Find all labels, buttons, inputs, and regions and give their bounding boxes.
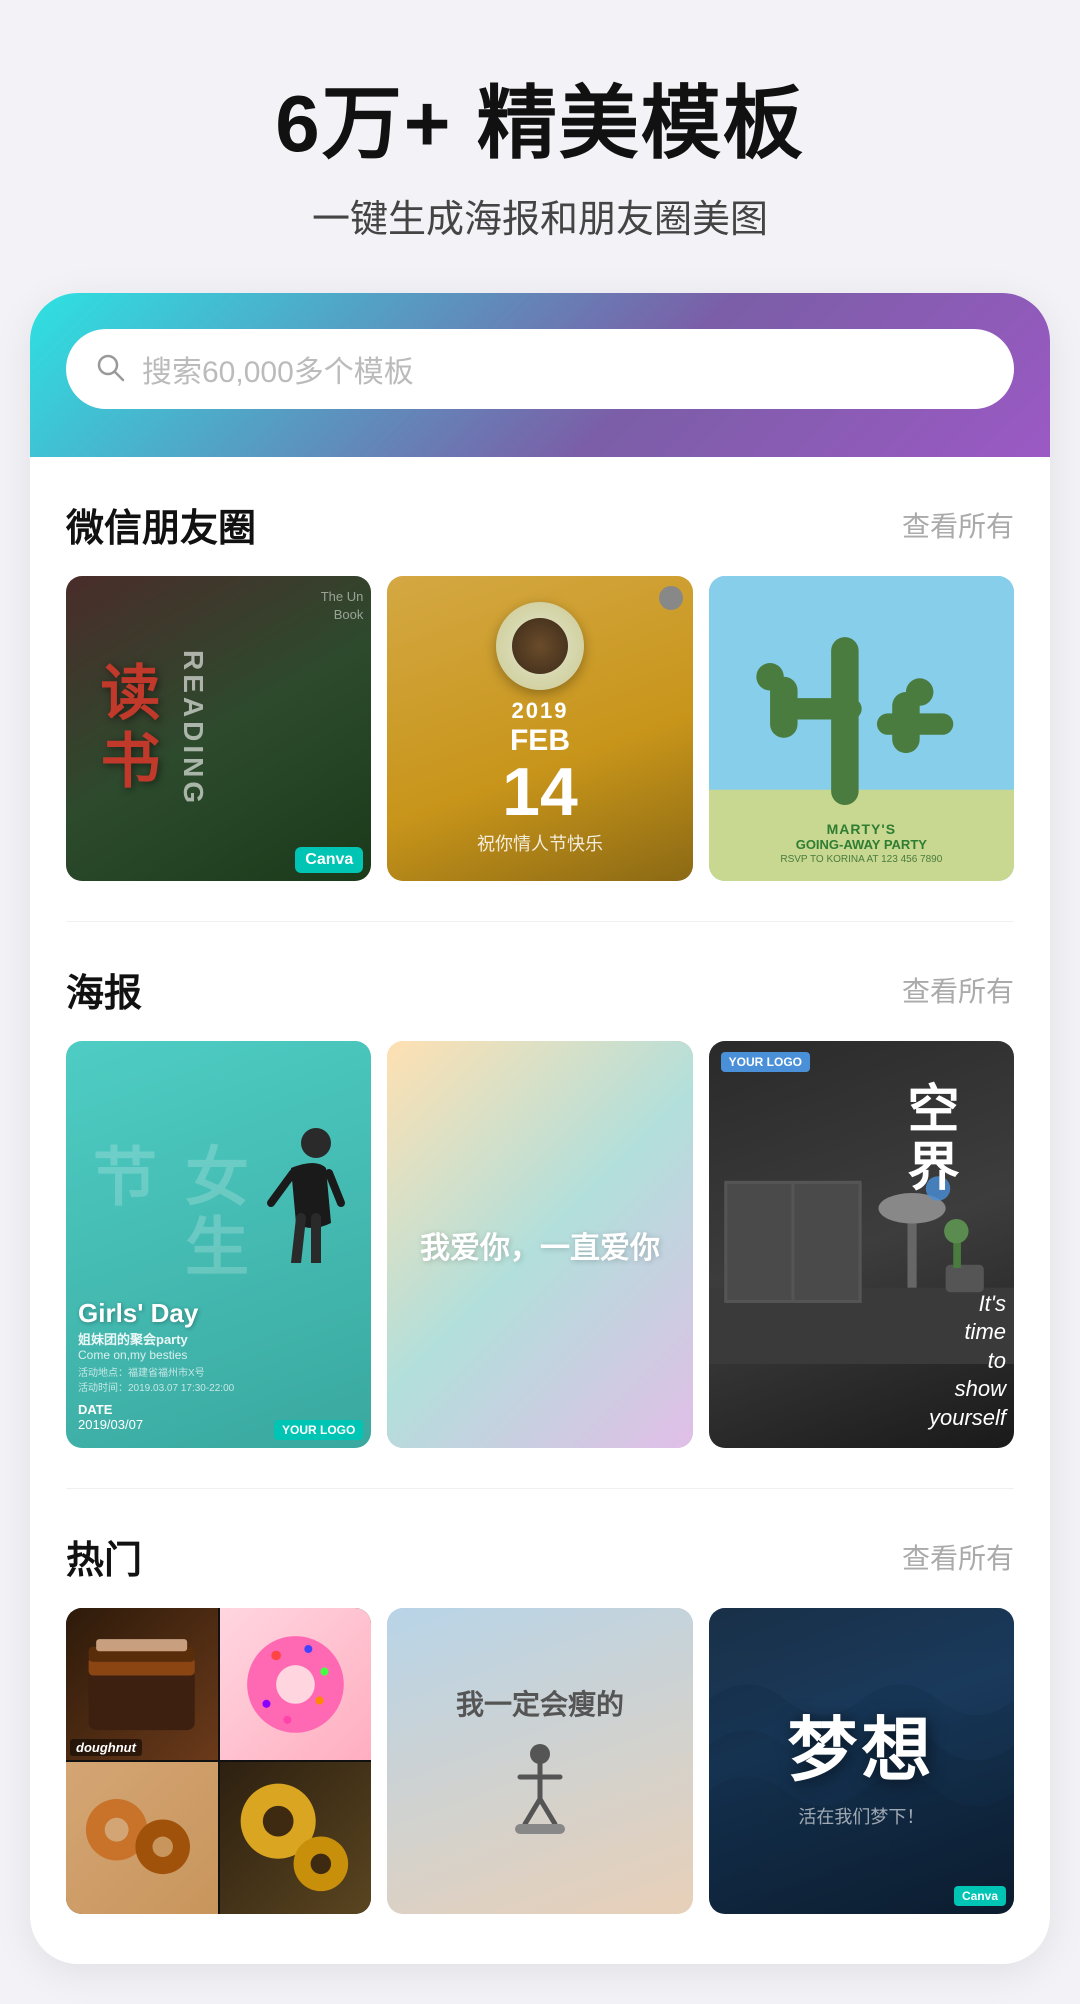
- doughnut-cell-2: [220, 1608, 372, 1760]
- love-text: 我爱你，一直爱你: [420, 1223, 660, 1267]
- poster-card-2[interactable]: 我爱你，一直爱你: [387, 1041, 692, 1448]
- hot-card-1[interactable]: doughnut: [66, 1608, 371, 1913]
- valentine-month: FEB: [510, 724, 570, 758]
- valentine-icon: [659, 586, 683, 610]
- wechat-section-header: 微信朋友圈 查看所有: [66, 497, 1014, 552]
- poster-section: 海报 查看所有 女生节 Girls' Day: [30, 922, 1050, 1458]
- hot-card-3[interactable]: 梦想 活在我们梦下！ Canva: [709, 1608, 1014, 1913]
- wechat-grid: 读书 READING The UnBook Canva 2019 FEB 14 …: [66, 576, 1014, 881]
- valentine-day: 14: [502, 758, 578, 826]
- hot-section: 热门 查看所有 doughnut: [30, 1489, 1050, 1923]
- search-placeholder-text: 搜索60,000多个模板: [142, 347, 414, 391]
- hot-viewall[interactable]: 查看所有: [902, 1537, 1014, 1577]
- wechat-card-1[interactable]: 读书 READING The UnBook Canva: [66, 576, 371, 881]
- dream-sub-text: 活在我们梦下！: [798, 1803, 924, 1829]
- wechat-section: 微信朋友圈 查看所有 读书 READING The UnBook Canva: [30, 457, 1050, 891]
- space-subtitle: It'stimetoshowyourself: [929, 1290, 1006, 1433]
- space-your-logo: YOUR LOGO: [721, 1053, 810, 1071]
- resolve-text: 我一定会瘦的: [456, 1683, 624, 1723]
- canva-badge-hot: Canva: [954, 1886, 1006, 1906]
- wechat-viewall[interactable]: 查看所有: [902, 505, 1014, 545]
- hot-section-title: 热门: [66, 1529, 142, 1584]
- reading-english-text: READING: [177, 650, 209, 807]
- reading-vertical-text: 读书: [82, 661, 169, 797]
- reading-book-title: The UnBook: [321, 588, 364, 624]
- girls-day-info: Girls' Day 姐妹团的聚会party Come on,my bestie…: [78, 1298, 359, 1432]
- valentine-year: 2019: [512, 698, 569, 724]
- space-title: 空界: [902, 1081, 1006, 1197]
- wechat-card-3[interactable]: MARTY'S GOING-AWAY PARTY RSVP TO KORINA …: [709, 576, 1014, 881]
- poster-card-3[interactable]: YOUR LOGO 空界 It'stimetoshowyourself: [709, 1041, 1014, 1448]
- doughnut-cell-3: [66, 1762, 218, 1914]
- poster-figure: [251, 1123, 351, 1268]
- dream-main-text: 梦想: [787, 1694, 935, 1795]
- doughnut-cell-1: doughnut: [66, 1608, 218, 1760]
- doughnut-label: doughnut: [70, 1739, 142, 1756]
- hero-title: 6万+ 精美模板: [40, 80, 1040, 168]
- poster-card-1[interactable]: 女生节 Girls' Day 姐妹团的聚会party Come on,my be…: [66, 1041, 371, 1448]
- party-text: MARTY'S GOING-AWAY PARTY RSVP TO KORINA …: [709, 821, 1014, 865]
- hero-section: 6万+ 精美模板 一键生成海报和朋友圈美图: [0, 0, 1080, 293]
- search-header: 搜索60,000多个模板: [30, 293, 1050, 457]
- stick-figure-svg: [500, 1739, 580, 1839]
- resolve-content: 我一定会瘦的: [387, 1608, 692, 1913]
- wechat-section-title: 微信朋友圈: [66, 497, 256, 552]
- poster-section-header: 海报 查看所有: [66, 962, 1014, 1017]
- doughnut-cell-4: [220, 1762, 372, 1914]
- search-icon: [94, 351, 126, 388]
- poster-viewall[interactable]: 查看所有: [902, 970, 1014, 1010]
- poster-section-title: 海报: [66, 962, 142, 1017]
- dream-content: 梦想 活在我们梦下！: [709, 1608, 1014, 1913]
- hot-card-2[interactable]: 我一定会瘦的: [387, 1608, 692, 1913]
- hot-section-header: 热门 查看所有: [66, 1529, 1014, 1584]
- wechat-card-2[interactable]: 2019 FEB 14 祝你情人节快乐: [387, 576, 692, 881]
- search-bar[interactable]: 搜索60,000多个模板: [66, 329, 1014, 409]
- app-card: 搜索60,000多个模板 微信朋友圈 查看所有 读书 READING The U…: [30, 293, 1050, 1964]
- hot-grid: doughnut: [66, 1608, 1014, 1913]
- canva-badge-1: Canva: [295, 847, 363, 873]
- love-text-wrapper: 我爱你，一直爱你: [387, 1041, 692, 1448]
- your-logo-badge: YOUR LOGO: [274, 1420, 363, 1440]
- poster-grid: 女生节 Girls' Day 姐妹团的聚会party Come on,my be…: [66, 1041, 1014, 1448]
- valentine-subtitle: 祝你情人节快乐: [477, 830, 603, 856]
- valentine-plate: [496, 602, 584, 690]
- hero-subtitle: 一键生成海报和朋友圈美图: [40, 188, 1040, 243]
